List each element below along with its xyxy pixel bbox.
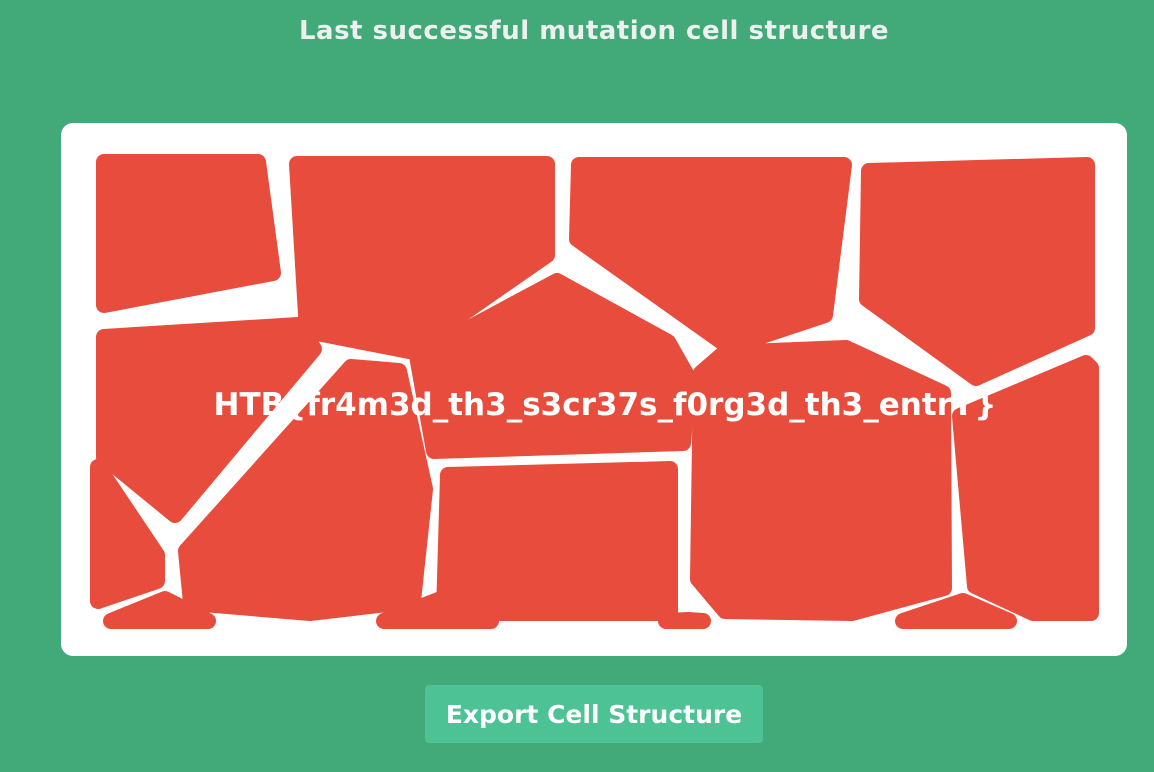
export-cell-structure-button[interactable]: Export Cell Structure [425,685,763,743]
cell [895,593,1017,629]
cell [859,157,1095,386]
cell [96,154,281,313]
cell-structure-graphic: HTB{fr4m3d_th3_s3cr37s_f0rg3d_th3_entrY} [90,154,1099,629]
cell [436,461,678,621]
cell-structure-canvas: HTB{fr4m3d_th3_s3cr37s_f0rg3d_th3_entrY} [61,123,1127,656]
cell [658,612,711,629]
flag-text: HTB{fr4m3d_th3_s3cr37s_f0rg3d_th3_entrY} [214,387,997,423]
page-title: Last successful mutation cell structure [298,16,890,46]
